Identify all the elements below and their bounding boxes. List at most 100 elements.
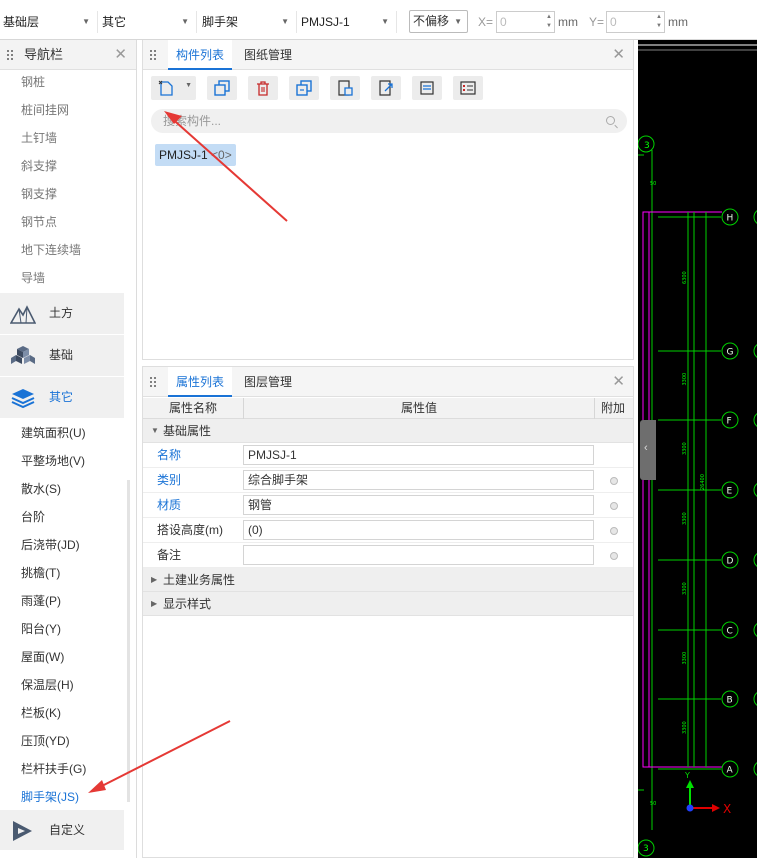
nav-item[interactable]: 保温层(H)	[0, 671, 124, 699]
y-unit: mm	[668, 15, 688, 29]
x-input-value: 0	[500, 15, 507, 29]
nav-item[interactable]: 散水(S)	[0, 475, 124, 503]
nav-item[interactable]: 地下连续墙	[0, 236, 124, 264]
tab-property-list[interactable]: 属性列表	[168, 367, 233, 397]
dimension-label: 3300	[682, 582, 688, 595]
search-input[interactable]: 搜索构件...	[151, 109, 627, 133]
nav-item[interactable]: 台阶	[0, 503, 124, 531]
nav-item-scaffold[interactable]: 脚手架(JS)	[0, 783, 124, 811]
sort-button[interactable]	[412, 76, 442, 100]
close-icon[interactable]: ✕	[612, 40, 625, 70]
chevron-down-icon: ▼	[185, 82, 192, 89]
scrollbar[interactable]	[127, 480, 130, 802]
y-input[interactable]: 0 ▲ ▼	[606, 11, 665, 33]
new-component-button[interactable]: ▼	[151, 76, 196, 100]
property-group-label: 土建业务属性	[163, 573, 236, 587]
nav-item[interactable]: 导墙	[0, 264, 124, 292]
column-header: 属性名称	[169, 401, 218, 415]
copy-floor-icon	[296, 80, 312, 96]
x-input[interactable]: 0 ▲ ▼	[496, 11, 555, 33]
properties-icon	[460, 81, 476, 95]
trash-icon	[257, 81, 269, 96]
dimension-label: 3300	[682, 373, 688, 386]
component-select-value: PMJSJ-1	[301, 15, 350, 29]
drag-handle-icon[interactable]	[149, 376, 156, 388]
copy-to-floor-button[interactable]	[289, 76, 319, 100]
stepper-icon[interactable]: ▲ ▼	[546, 13, 552, 31]
nav-item[interactable]: 后浇带(JD)	[0, 531, 124, 559]
axis-label: B	[727, 696, 733, 706]
import-icon	[338, 80, 353, 96]
property-value-input[interactable]: 钢管	[243, 495, 594, 515]
property-value-input[interactable]: (0)	[243, 520, 594, 540]
close-icon[interactable]: ✕	[612, 367, 625, 397]
dimension-label: 3300	[682, 512, 688, 525]
top-toolbar: 基础层 ▼ 其它 ▼ 脚手架 ▼ PMJSJ-1 ▼ 不偏移 ▼ X= 0 ▲ ▼…	[0, 0, 757, 40]
column-divider	[243, 398, 244, 419]
nav-item[interactable]: 平整场地(V)	[0, 447, 124, 475]
nav-item[interactable]: 压顶(YD)	[0, 727, 124, 755]
offset-select[interactable]: 不偏移 ▼	[409, 10, 468, 33]
nav-item[interactable]: 桩间挂网	[0, 96, 124, 124]
drag-handle-icon[interactable]	[6, 49, 13, 61]
nav-other-list: 建筑面积(U) 平整场地(V) 散水(S) 台阶 后浇带(JD) 挑檐(T) 雨…	[0, 419, 124, 811]
tab-component-list[interactable]: 构件列表	[168, 40, 233, 70]
filter-button[interactable]	[453, 76, 483, 100]
delete-button[interactable]	[248, 76, 278, 100]
component-select[interactable]: PMJSJ-1 ▼	[298, 11, 397, 33]
nav-item[interactable]: 钢桩	[0, 68, 124, 96]
property-group-display[interactable]: ▶ 显示样式	[143, 592, 633, 616]
property-value-input[interactable]	[243, 545, 594, 565]
search-icon[interactable]	[606, 116, 615, 125]
extra-checkbox[interactable]	[610, 527, 618, 535]
import-button[interactable]	[330, 76, 360, 100]
property-name: 类别	[157, 473, 182, 487]
nav-item[interactable]: 钢节点	[0, 208, 124, 236]
copy-button[interactable]	[207, 76, 237, 100]
cut-off-label	[40, 0, 80, 2]
nav-item[interactable]: 栏杆扶手(G)	[0, 755, 124, 783]
nav-item[interactable]: 建筑面积(U)	[0, 419, 124, 447]
cut-off-label	[640, 0, 680, 2]
extra-checkbox[interactable]	[610, 477, 618, 485]
property-group-basic[interactable]: ▼ 基础属性	[143, 419, 633, 443]
nav-item[interactable]: 阳台(Y)	[0, 615, 124, 643]
nav-item[interactable]: 斜支撑	[0, 152, 124, 180]
nav-category-foundation[interactable]: 基础	[0, 335, 124, 376]
nav-category-custom[interactable]: 自定义	[0, 810, 124, 850]
stepper-icon[interactable]: ▲ ▼	[656, 13, 662, 31]
property-value-input[interactable]: 综合脚手架	[243, 470, 594, 490]
nav-item[interactable]: 钢支撑	[0, 180, 124, 208]
nav-item[interactable]: 屋面(W)	[0, 643, 124, 671]
nav-item[interactable]: 栏板(K)	[0, 699, 124, 727]
nav-category-other[interactable]: 其它	[0, 377, 124, 418]
export-button[interactable]	[371, 76, 401, 100]
extra-checkbox[interactable]	[610, 502, 618, 510]
tab-drawing-management[interactable]: 图纸管理	[236, 40, 300, 70]
floor-select[interactable]: 基础层 ▼	[0, 11, 98, 33]
component-item[interactable]: PMJSJ-1 <0>	[155, 144, 236, 166]
column-header: 附加	[601, 401, 626, 415]
category-select[interactable]: 其它 ▼	[99, 11, 197, 33]
dimension-label: 6300	[682, 271, 688, 284]
nav-category-label: 土方	[49, 306, 74, 320]
tab-layer-management[interactable]: 图层管理	[236, 367, 300, 397]
axis-label: 3	[643, 844, 649, 854]
nav-category-earthwork[interactable]: 土方	[0, 293, 124, 334]
nav-item[interactable]: 土钉墙	[0, 124, 124, 152]
chevron-down-icon: ▼	[454, 17, 462, 26]
copy-icon	[214, 80, 230, 96]
property-group-civil[interactable]: ▶ 土建业务属性	[143, 568, 633, 592]
extra-checkbox[interactable]	[610, 552, 618, 560]
chevron-down-icon: ▼	[381, 17, 389, 26]
nav-item[interactable]: 雨蓬(P)	[0, 587, 124, 615]
type-select[interactable]: 脚手架 ▼	[199, 11, 297, 33]
drag-handle-icon[interactable]	[149, 49, 156, 61]
axis-label: A	[727, 766, 734, 776]
panel-collapse-handle[interactable]: ‹	[640, 420, 656, 480]
close-icon[interactable]: ✕	[114, 40, 127, 70]
y-input-value: 0	[610, 15, 617, 29]
property-value-input[interactable]: PMJSJ-1	[243, 445, 594, 465]
property-panel: 属性列表 图层管理 ✕ 属性名称 属性值 附加 ▼ 基础属性 名称 PMJSJ-…	[142, 366, 634, 858]
nav-item[interactable]: 挑檐(T)	[0, 559, 124, 587]
